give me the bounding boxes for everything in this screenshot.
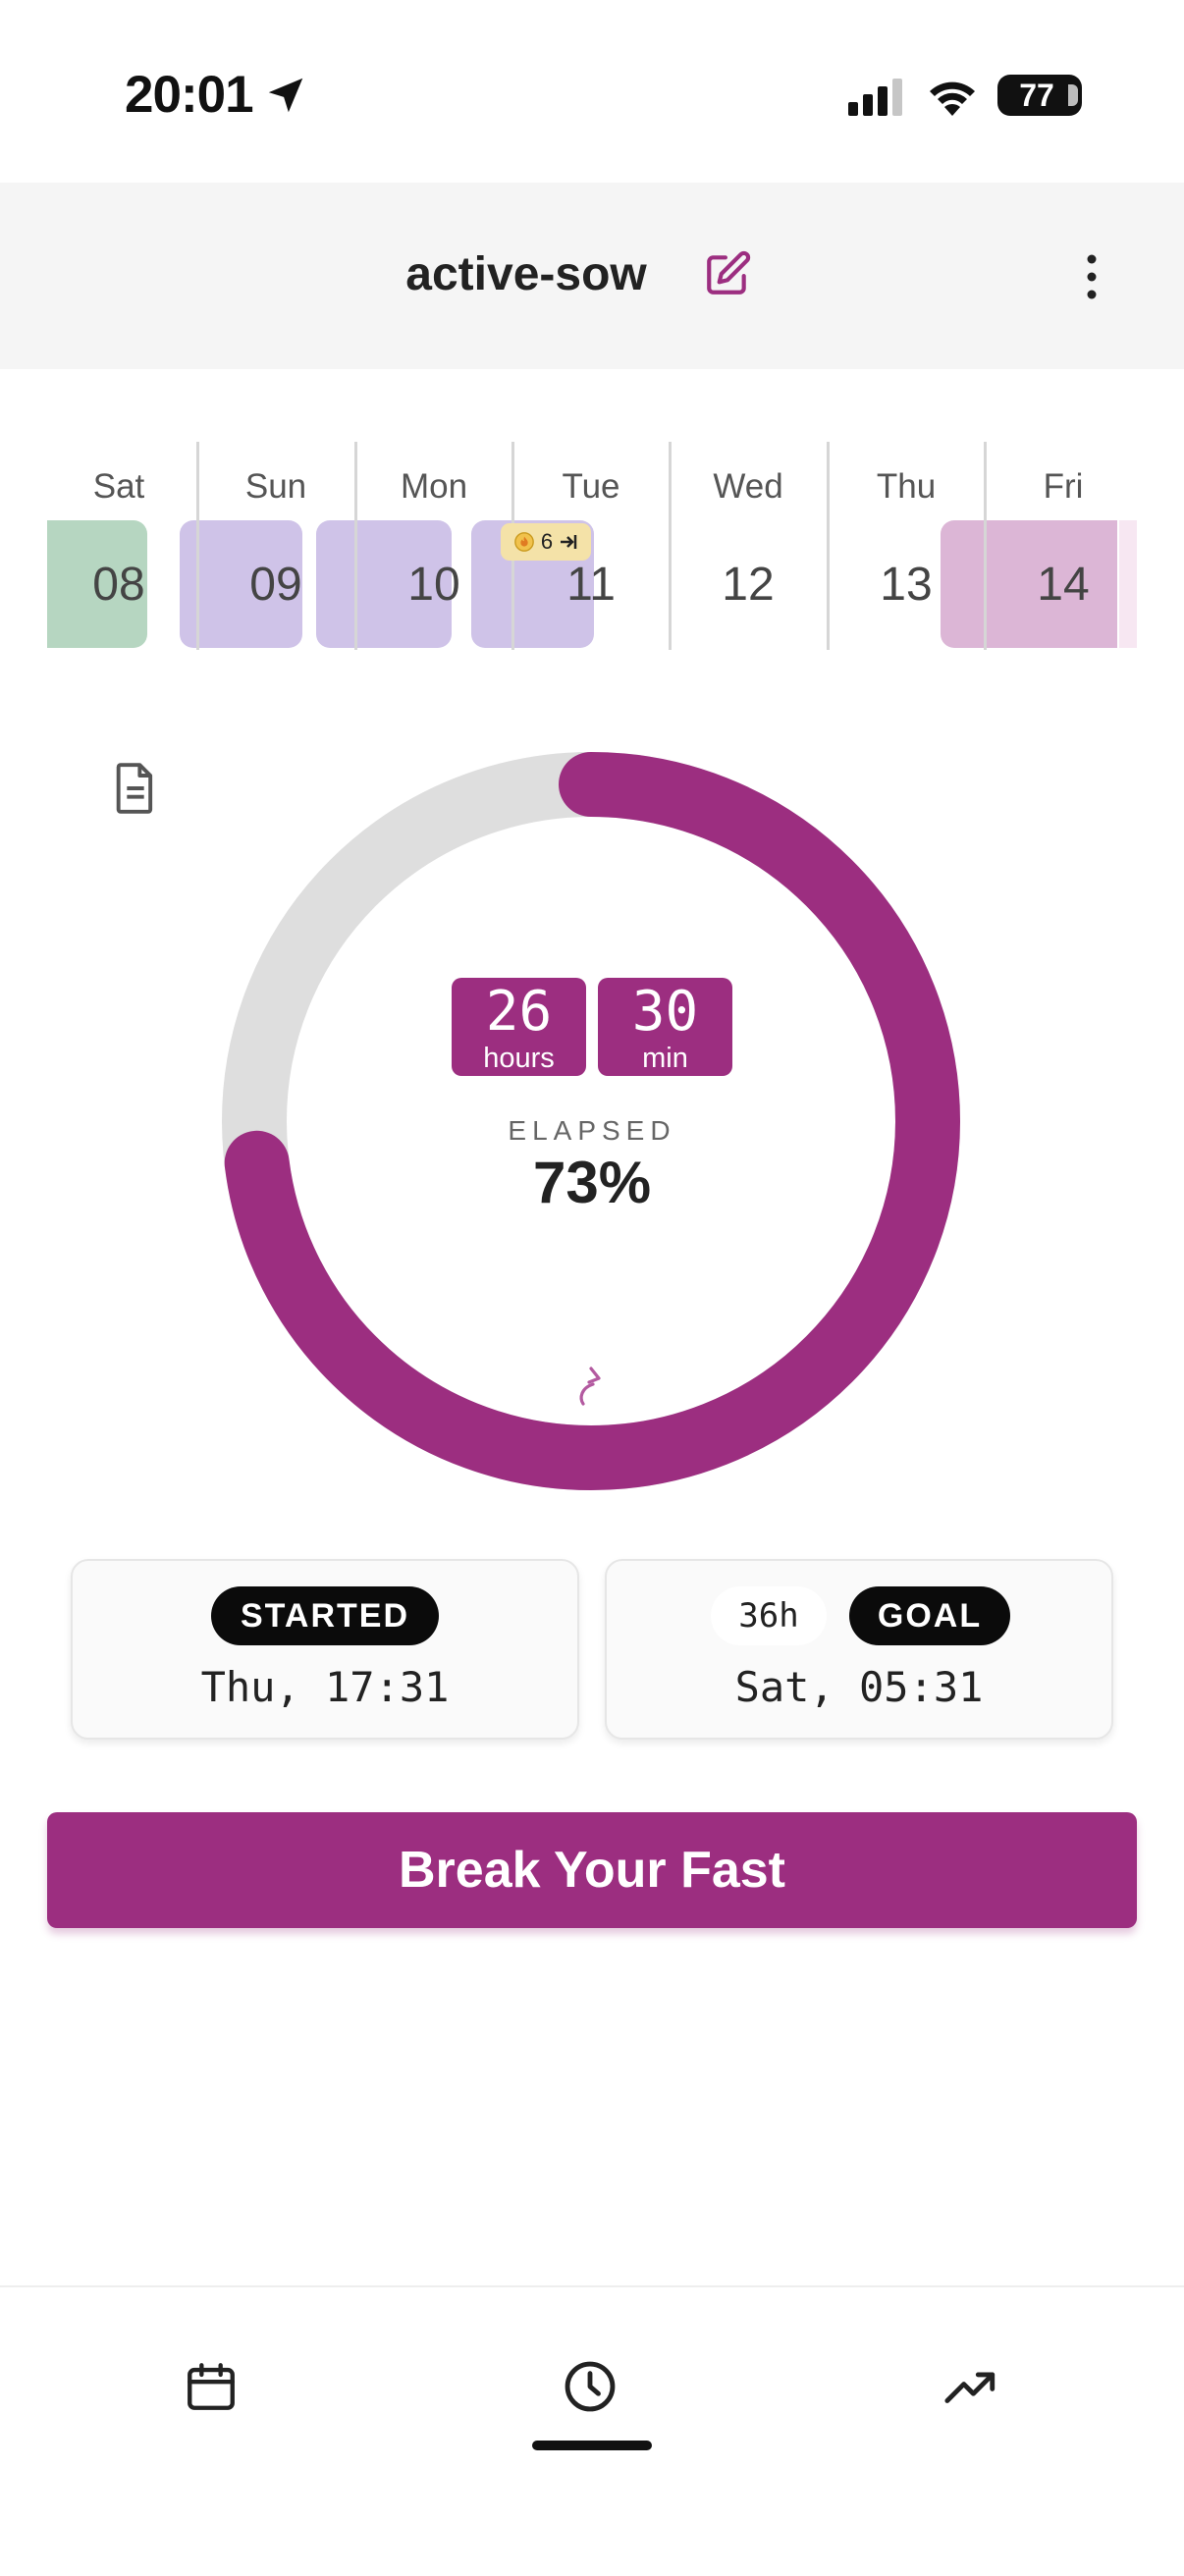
started-time: Thu, 17:31 (200, 1663, 450, 1711)
clock-icon[interactable] (562, 2358, 619, 2415)
day-number: 09 (249, 559, 302, 611)
app-header: active-sow (0, 183, 1184, 369)
day-number: 12 (722, 559, 775, 611)
active-tab-indicator (532, 2441, 652, 2450)
day-name: Tue (562, 467, 620, 506)
day-name: Sat (92, 467, 145, 506)
goal-duration: 36h (711, 1586, 827, 1645)
day-name: Mon (400, 467, 468, 506)
document-icon[interactable] (110, 760, 161, 817)
elapsed-label: ELAPSED (508, 1115, 676, 1146)
calendar-icon[interactable] (183, 2358, 240, 2415)
day-name: Thu (876, 467, 937, 506)
goal-card[interactable]: 36h GOAL Sat, 05:31 (605, 1559, 1113, 1740)
hours-label: hours (483, 1043, 555, 1074)
minutes-value: 30 (631, 980, 699, 1044)
bottom-nav (0, 2285, 1184, 2576)
status-time: 20:01 (125, 66, 254, 124)
wifi-icon (930, 81, 975, 116)
trending-up-icon[interactable] (942, 2358, 999, 2415)
streak-badge: 6 (501, 523, 591, 561)
minutes-label: min (642, 1043, 688, 1074)
status-bar: 20:01 77 (0, 0, 1184, 183)
more-vertical-icon[interactable] (1080, 251, 1103, 302)
fast-name-title: active-sow (405, 248, 647, 300)
elapsed-percent: 73% (532, 1150, 652, 1215)
day-name: Fri (1043, 467, 1084, 506)
day-number: 10 (407, 559, 460, 611)
streak-count: 6 (540, 529, 554, 554)
day-number: 14 (1037, 559, 1090, 611)
break-fast-button[interactable]: Break Your Fast (47, 1812, 1137, 1928)
day-number: 08 (92, 559, 145, 611)
goal-time: Sat, 05:31 (734, 1663, 984, 1711)
started-card[interactable]: STARTED Thu, 17:31 (71, 1559, 579, 1740)
arrow-to-end-icon (561, 535, 577, 549)
day-name: Wed (713, 467, 783, 506)
edit-icon[interactable] (703, 249, 752, 298)
day-name: Sun (244, 467, 307, 506)
day-number: 11 (566, 559, 616, 611)
minutes-box: 30 min (598, 978, 732, 1076)
day-number: 13 (880, 559, 933, 611)
battery-level: 77 (1019, 78, 1054, 113)
location-arrow-icon (268, 78, 303, 113)
hours-value: 26 (485, 980, 553, 1044)
started-label: STARTED (211, 1586, 439, 1645)
goal-label: GOAL (849, 1586, 1010, 1645)
hours-box: 26 hours (452, 978, 586, 1076)
signal-icon (848, 79, 902, 116)
week-strip: Sat 08 Sun 09 Mon 10 Tue 11 Wed 12 Thu 1… (0, 432, 1184, 658)
share-arrow-icon[interactable] (567, 1363, 615, 1410)
flame-icon (513, 532, 534, 552)
